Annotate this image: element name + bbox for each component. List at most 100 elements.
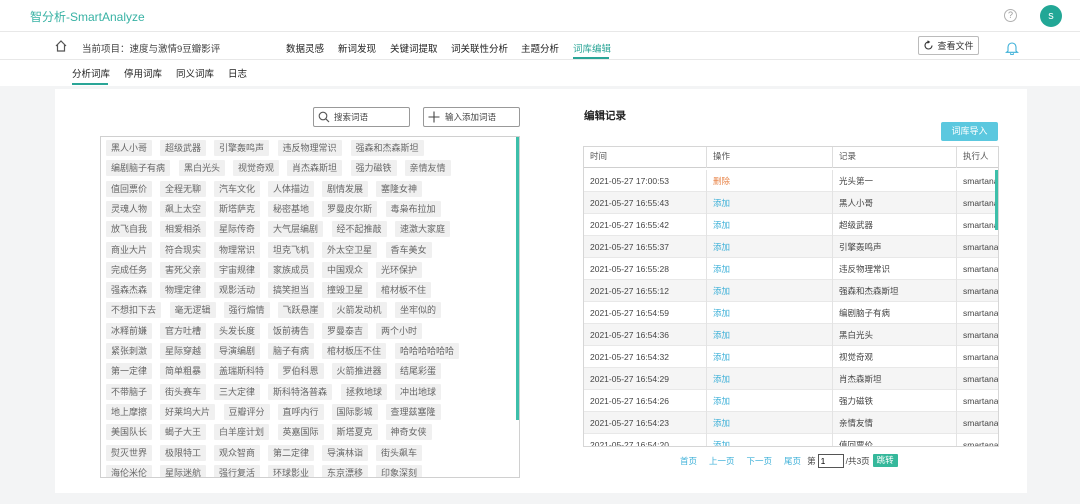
- word-chip[interactable]: 宇宙规律: [214, 261, 261, 278]
- word-chip[interactable]: 物理常识: [214, 241, 261, 258]
- word-chip[interactable]: 斯塔萨克: [214, 200, 261, 217]
- word-chip[interactable]: 熨灭世界: [106, 444, 153, 461]
- table-row[interactable]: 2021-05-27 16:54:20 添加 值回票价 smartana: [584, 434, 998, 446]
- word-chip[interactable]: 查理兹塞隆: [385, 403, 441, 420]
- word-chip[interactable]: 神奇女侠: [385, 424, 432, 441]
- word-chip[interactable]: 视觉奇观: [233, 160, 280, 177]
- tab-new-word-discovery[interactable]: 新词发现: [338, 41, 376, 55]
- word-chip[interactable]: 冰释前嫌: [106, 322, 153, 339]
- search-input[interactable]: [334, 112, 404, 122]
- app-title[interactable]: 智分析-SmartAnalyze: [30, 8, 145, 25]
- word-chip[interactable]: 脑子有病: [268, 343, 315, 359]
- add-word-field[interactable]: [423, 107, 520, 127]
- tab-topic-analysis[interactable]: 主题分析: [521, 41, 559, 55]
- word-chip[interactable]: 海伦米伦: [106, 464, 153, 477]
- word-chip[interactable]: 坐牢似的: [395, 302, 442, 319]
- word-chip[interactable]: 英嘉国际: [277, 424, 324, 441]
- word-chip[interactable]: 大气层编剧: [268, 221, 324, 238]
- col-record[interactable]: 记录: [833, 147, 957, 168]
- table-row[interactable]: 2021-05-27 16:54:36 添加 黑白光头 smartana: [584, 324, 998, 346]
- records-scrollbar[interactable]: [995, 170, 998, 230]
- word-chip[interactable]: 搞笑担当: [268, 282, 315, 299]
- word-chip[interactable]: 速激大家庭: [395, 221, 451, 238]
- col-operation[interactable]: 操作: [707, 147, 833, 168]
- word-chip[interactable]: 超级武器: [160, 140, 207, 156]
- word-chip[interactable]: 家族成员: [268, 261, 315, 278]
- word-chip[interactable]: 肖杰森斯坦: [287, 160, 343, 177]
- word-chip[interactable]: 引擎轰鸣声: [214, 140, 270, 156]
- word-chip[interactable]: 星际迷航: [160, 464, 207, 477]
- word-chip[interactable]: 香车美女: [385, 241, 432, 258]
- table-row[interactable]: 2021-05-27 17:00:53 删除 光头第一 smartana: [584, 170, 998, 192]
- word-chip[interactable]: 光环保护: [376, 261, 423, 278]
- word-chip[interactable]: 棺材板压不住: [322, 343, 387, 359]
- word-chip[interactable]: 撞毁卫星: [322, 282, 369, 299]
- word-chip[interactable]: 违反物理常识: [277, 140, 342, 156]
- word-chip[interactable]: 三大定律: [214, 383, 261, 400]
- word-chip[interactable]: 不想扣下去: [106, 302, 162, 319]
- word-chip[interactable]: 导演编剧: [214, 343, 261, 359]
- table-row[interactable]: 2021-05-27 16:54:23 添加 亲情友情 smartana: [584, 412, 998, 434]
- word-chip[interactable]: 人体描边: [268, 180, 315, 197]
- word-chip[interactable]: 塞隆女神: [376, 180, 423, 197]
- word-chip[interactable]: 黑人小哥: [106, 140, 153, 156]
- table-row[interactable]: 2021-05-27 16:54:32 添加 视觉奇观 smartana: [584, 346, 998, 368]
- col-executor[interactable]: 执行人: [957, 147, 998, 168]
- word-chip[interactable]: 观众智商: [214, 444, 261, 461]
- word-chip[interactable]: 好莱坞大片: [160, 403, 216, 420]
- subtab-log[interactable]: 日志: [228, 66, 247, 80]
- word-chip[interactable]: 物理定律: [160, 282, 207, 299]
- word-chip[interactable]: 棺材板不住: [376, 282, 432, 299]
- go-button[interactable]: 跳转: [872, 454, 898, 467]
- word-chip[interactable]: 官方吐槽: [160, 322, 207, 339]
- word-chip[interactable]: 头发长度: [214, 322, 261, 339]
- word-chip[interactable]: 相爱相杀: [160, 221, 207, 238]
- table-row[interactable]: 2021-05-27 16:55:42 添加 超级武器 smartana: [584, 214, 998, 236]
- word-chip[interactable]: 黑白光头: [179, 160, 226, 177]
- word-chip[interactable]: 强行复活: [214, 464, 261, 477]
- word-chip[interactable]: 值回票价: [106, 180, 153, 197]
- subtab-stopword-lexicon[interactable]: 停用词库: [124, 66, 162, 80]
- word-chip[interactable]: 星际传奇: [214, 221, 261, 238]
- word-chip[interactable]: 豆瓣评分: [223, 403, 270, 420]
- word-chip[interactable]: 强森杰森: [106, 282, 153, 299]
- word-chip[interactable]: 罗曼皮尔斯: [322, 200, 378, 217]
- word-chip[interactable]: 饭前祷告: [268, 322, 315, 339]
- help-icon[interactable]: ?: [1004, 9, 1017, 22]
- avatar[interactable]: s: [1040, 5, 1062, 27]
- word-chip[interactable]: 汽车文化: [214, 180, 261, 197]
- table-row[interactable]: 2021-05-27 16:54:26 添加 强力磁铁 smartana: [584, 390, 998, 412]
- word-chip[interactable]: 极限特工: [160, 444, 207, 461]
- word-chip[interactable]: 观影活动: [214, 282, 261, 299]
- home-icon[interactable]: [54, 39, 68, 53]
- word-chip[interactable]: 剧情发展: [322, 180, 369, 197]
- word-chip[interactable]: 强行煽情: [223, 302, 270, 319]
- tab-lexicon-edit[interactable]: 词库编辑: [573, 41, 611, 55]
- view-file-button[interactable]: 查看文件: [918, 36, 979, 55]
- table-row[interactable]: 2021-05-27 16:55:12 添加 强森和杰森斯坦 smartana: [584, 280, 998, 302]
- word-chip[interactable]: 斯科特洛普森: [268, 383, 333, 400]
- word-chip[interactable]: 街头赛车: [160, 383, 207, 400]
- word-chip[interactable]: 印象深刻: [376, 464, 423, 477]
- word-chip[interactable]: 火箭推进器: [331, 363, 387, 380]
- word-chip[interactable]: 害死父亲: [160, 261, 207, 278]
- word-chip[interactable]: 罗曼泰吉: [322, 322, 369, 339]
- prev-page-link[interactable]: 上一页: [709, 455, 735, 467]
- subtab-analysis-lexicon[interactable]: 分析词库: [72, 66, 110, 80]
- word-chip[interactable]: 编剧脑子有病: [106, 160, 171, 177]
- word-chip[interactable]: 火箭发动机: [331, 302, 387, 319]
- word-chip[interactable]: 紧张刺激: [106, 343, 153, 359]
- word-chip[interactable]: 结尾彩蛋: [395, 363, 442, 380]
- tab-data-inspiration[interactable]: 数据灵感: [286, 41, 324, 55]
- word-chip[interactable]: 美国队长: [106, 424, 153, 441]
- search-field[interactable]: [313, 107, 410, 127]
- word-chip[interactable]: 毒枭布拉加: [385, 200, 441, 217]
- next-page-link[interactable]: 下一页: [747, 455, 773, 467]
- word-chip[interactable]: 星际穿越: [160, 343, 207, 359]
- word-chip[interactable]: 地上摩擦: [106, 403, 153, 420]
- word-chip[interactable]: 简单粗暴: [160, 363, 207, 380]
- word-chip[interactable]: 拯救地球: [341, 383, 388, 400]
- word-chip[interactable]: 强森和杰森斯坦: [350, 140, 424, 156]
- table-row[interactable]: 2021-05-27 16:55:28 添加 违反物理常识 smartana: [584, 258, 998, 280]
- word-chip[interactable]: 哈哈哈哈哈哈: [395, 343, 460, 359]
